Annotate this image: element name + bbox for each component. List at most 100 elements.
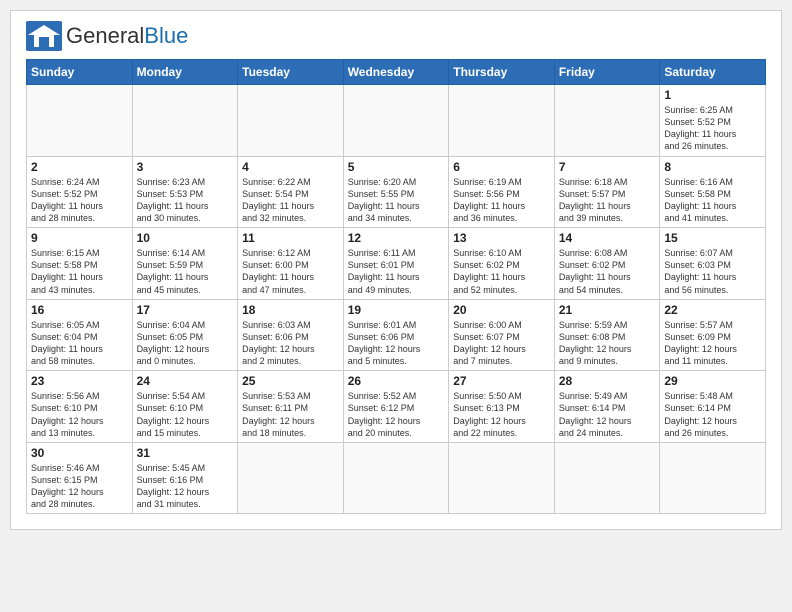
day-number: 27 [453,374,550,388]
day-number: 14 [559,231,656,245]
day-number: 22 [664,303,761,317]
table-row: 18Sunrise: 6:03 AMSunset: 6:06 PMDayligh… [238,299,344,371]
table-row: 9 Sunrise: 6:15 AMSunset: 5:58 PMDaylight… [27,228,133,300]
day-info: Sunrise: 6:04 AMSunset: 6:05 PMDaylight:… [137,319,234,368]
logo-blue: Blue [144,23,188,48]
day-number: 11 [242,231,339,245]
table-row: 28 Sunrise: 5:49 AMSunset: 6:14 PMDayligh… [554,371,660,443]
day-info: Sunrise: 5:53 AMSunset: 6:11 PMDaylight:… [242,390,339,439]
day-number: 16 [31,303,128,317]
table-row [132,85,238,157]
table-row: 16 Sunrise: 6:05 AMSunset: 6:04 PMDayligh… [27,299,133,371]
table-row [238,442,344,514]
day-info: Sunrise: 6:05 AMSunset: 6:04 PMDaylight:… [31,319,128,368]
day-number: 6 [453,160,550,174]
page-header: GeneralBlue [26,21,766,51]
day-number: 2 [31,160,128,174]
day-info: Sunrise: 6:00 AMSunset: 6:07 PMDaylight:… [453,319,550,368]
logo: GeneralBlue [26,21,188,51]
day-number: 7 [559,160,656,174]
calendar-week-row: 23Sunrise: 5:56 AMSunset: 6:10 PMDayligh… [27,371,766,443]
day-info: Sunrise: 5:46 AMSunset: 6:15 PMDaylight:… [31,462,128,511]
day-number: 8 [664,160,761,174]
day-info: Sunrise: 6:08 AMSunset: 6:02 PMDaylight:… [559,247,656,296]
day-info: Sunrise: 6:01 AMSunset: 6:06 PMDaylight:… [348,319,445,368]
day-info: Sunrise: 6:22 AMSunset: 5:54 PMDaylight:… [242,176,339,225]
day-info: Sunrise: 6:25 AMSunset: 5:52 PMDaylight:… [664,104,761,153]
day-info: Sunrise: 5:45 AMSunset: 6:16 PMDaylight:… [137,462,234,511]
day-number: 17 [137,303,234,317]
day-info: Sunrise: 5:57 AMSunset: 6:09 PMDaylight:… [664,319,761,368]
table-row [449,85,555,157]
calendar-page: GeneralBlue Sunday Monday Tuesday Wednes… [10,10,782,530]
table-row: 10 Sunrise: 6:14 AMSunset: 5:59 PMDayligh… [132,228,238,300]
day-info: Sunrise: 6:20 AMSunset: 5:55 PMDaylight:… [348,176,445,225]
day-info: Sunrise: 5:54 AMSunset: 6:10 PMDaylight:… [137,390,234,439]
table-row: 11Sunrise: 6:12 AMSunset: 6:00 PMDayligh… [238,228,344,300]
col-thursday: Thursday [449,60,555,85]
day-number: 5 [348,160,445,174]
table-row [238,85,344,157]
day-number: 30 [31,446,128,460]
day-info: Sunrise: 6:24 AMSunset: 5:52 PMDaylight:… [31,176,128,225]
col-monday: Monday [132,60,238,85]
day-number: 4 [242,160,339,174]
table-row [554,442,660,514]
table-row: 14 Sunrise: 6:08 AMSunset: 6:02 PMDayligh… [554,228,660,300]
day-info: Sunrise: 5:49 AMSunset: 6:14 PMDaylight:… [559,390,656,439]
day-info: Sunrise: 6:14 AMSunset: 5:59 PMDaylight:… [137,247,234,296]
logo-wordmark: GeneralBlue [66,24,188,48]
day-number: 10 [137,231,234,245]
table-row [343,85,449,157]
table-row: 23Sunrise: 5:56 AMSunset: 6:10 PMDayligh… [27,371,133,443]
table-row: 2 Sunrise: 6:24 AMSunset: 5:52 PMDaylight… [27,156,133,228]
day-info: Sunrise: 5:48 AMSunset: 6:14 PMDaylight:… [664,390,761,439]
day-info: Sunrise: 5:50 AMSunset: 6:13 PMDaylight:… [453,390,550,439]
day-number: 21 [559,303,656,317]
day-number: 24 [137,374,234,388]
table-row [449,442,555,514]
day-number: 9 [31,231,128,245]
table-row: 7 Sunrise: 6:18 AMSunset: 5:57 PMDaylight… [554,156,660,228]
day-number: 25 [242,374,339,388]
day-number: 15 [664,231,761,245]
calendar-week-row: 30 Sunrise: 5:46 AMSunset: 6:15 PMDayligh… [27,442,766,514]
day-info: Sunrise: 6:15 AMSunset: 5:58 PMDaylight:… [31,247,128,296]
logo-text: GeneralBlue [66,24,188,48]
day-number: 3 [137,160,234,174]
day-number: 29 [664,374,761,388]
day-number: 18 [242,303,339,317]
calendar-week-row: 1Sunrise: 6:25 AMSunset: 5:52 PMDaylight… [27,85,766,157]
table-row: 15 Sunrise: 6:07 AMSunset: 6:03 PMDayligh… [660,228,766,300]
table-row: 5 Sunrise: 6:20 AMSunset: 5:55 PMDaylight… [343,156,449,228]
calendar-header-row: Sunday Monday Tuesday Wednesday Thursday… [27,60,766,85]
day-info: Sunrise: 5:59 AMSunset: 6:08 PMDaylight:… [559,319,656,368]
day-number: 23 [31,374,128,388]
day-number: 28 [559,374,656,388]
table-row: 19Sunrise: 6:01 AMSunset: 6:06 PMDayligh… [343,299,449,371]
calendar-week-row: 16 Sunrise: 6:05 AMSunset: 6:04 PMDayligh… [27,299,766,371]
day-info: Sunrise: 6:23 AMSunset: 5:53 PMDaylight:… [137,176,234,225]
table-row [554,85,660,157]
day-info: Sunrise: 6:18 AMSunset: 5:57 PMDaylight:… [559,176,656,225]
day-info: Sunrise: 5:52 AMSunset: 6:12 PMDaylight:… [348,390,445,439]
table-row: 1Sunrise: 6:25 AMSunset: 5:52 PMDaylight… [660,85,766,157]
table-row: 8Sunrise: 6:16 AMSunset: 5:58 PMDaylight… [660,156,766,228]
day-number: 20 [453,303,550,317]
col-friday: Friday [554,60,660,85]
table-row [660,442,766,514]
table-row: 12Sunrise: 6:11 AMSunset: 6:01 PMDayligh… [343,228,449,300]
col-saturday: Saturday [660,60,766,85]
table-row: 27 Sunrise: 5:50 AMSunset: 6:13 PMDayligh… [449,371,555,443]
day-number: 26 [348,374,445,388]
calendar-table: Sunday Monday Tuesday Wednesday Thursday… [26,59,766,514]
table-row: 4 Sunrise: 6:22 AMSunset: 5:54 PMDaylight… [238,156,344,228]
col-tuesday: Tuesday [238,60,344,85]
table-row: 13Sunrise: 6:10 AMSunset: 6:02 PMDayligh… [449,228,555,300]
day-info: Sunrise: 6:19 AMSunset: 5:56 PMDaylight:… [453,176,550,225]
table-row: 6 Sunrise: 6:19 AMSunset: 5:56 PMDaylight… [449,156,555,228]
table-row: 31Sunrise: 5:45 AMSunset: 6:16 PMDayligh… [132,442,238,514]
day-info: Sunrise: 6:07 AMSunset: 6:03 PMDaylight:… [664,247,761,296]
table-row: 30 Sunrise: 5:46 AMSunset: 6:15 PMDayligh… [27,442,133,514]
day-number: 13 [453,231,550,245]
